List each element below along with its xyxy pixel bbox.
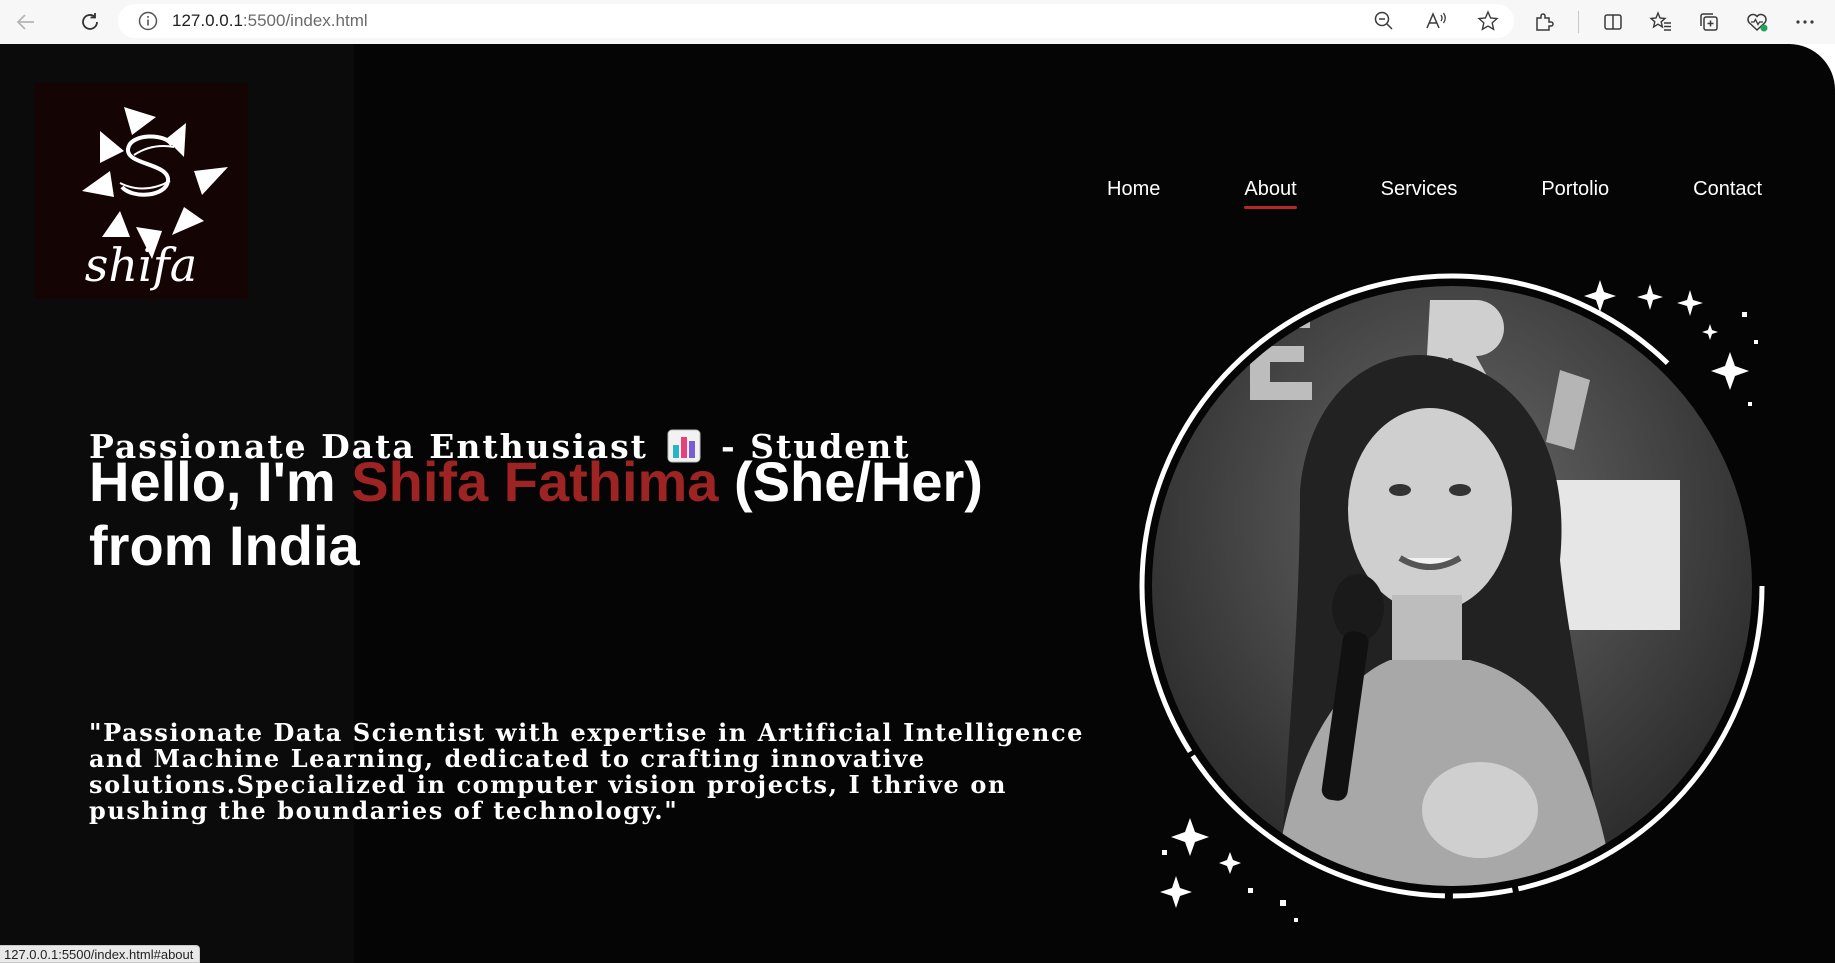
site-logo[interactable]: shifa [34, 83, 248, 299]
url-text: 127.0.0.1:5500/index.html [172, 11, 368, 31]
main-nav: Home About Services Portolio Contact [1100, 178, 1762, 209]
refresh-icon [82, 13, 98, 30]
back-icon [16, 14, 34, 30]
split-screen-icon [1604, 14, 1622, 30]
origin-text: from India [89, 514, 360, 577]
pronouns-text: (She/Her) [718, 450, 983, 513]
more-icon [1796, 20, 1814, 24]
url-host: 127.0.0.1 [172, 11, 243, 30]
browser-actions [1530, 0, 1819, 44]
nav-home[interactable]: Home [1107, 178, 1160, 209]
extensions-button[interactable] [1530, 8, 1558, 36]
favorites-button[interactable] [1647, 8, 1675, 36]
address-bar[interactable]: 127.0.0.1:5500/index.html [118, 4, 1514, 38]
nav-about[interactable]: About [1244, 178, 1297, 209]
split-screen-button[interactable] [1599, 8, 1627, 36]
favorites-icon [1649, 11, 1671, 31]
extensions-icon [1536, 13, 1554, 31]
collections-button[interactable] [1695, 8, 1723, 36]
profile-photo-frame [1130, 240, 1770, 930]
more-button[interactable] [1791, 8, 1819, 36]
zoom-out-icon [1374, 11, 1393, 30]
info-icon[interactable] [138, 11, 158, 31]
nav-portfolio[interactable]: Portolio [1541, 178, 1609, 209]
collections-icon [1700, 13, 1718, 31]
sun-logo-icon: shifa [82, 107, 228, 292]
profile-photo [1139, 273, 1765, 922]
read-aloud-icon [1426, 12, 1446, 29]
browser-essentials-button[interactable] [1743, 8, 1771, 36]
browser-essentials-icon [1747, 13, 1768, 32]
refresh-button[interactable] [70, 2, 110, 42]
nav-services[interactable]: Services [1381, 178, 1458, 209]
greeting-text: Hello, I'm [89, 450, 352, 513]
toolbar-divider [1578, 11, 1579, 33]
url-path: :5500/index.html [242, 11, 368, 30]
favorite-button[interactable] [1474, 7, 1502, 35]
hero-name: Shifa Fathima [351, 450, 719, 513]
favorite-star-icon [1477, 10, 1499, 31]
zoom-out-button[interactable] [1370, 7, 1398, 35]
browser-toolbar: 127.0.0.1:5500/index.html [0, 0, 1835, 44]
nav-contact[interactable]: Contact [1693, 178, 1762, 209]
back-button[interactable] [6, 2, 46, 42]
read-aloud-button[interactable] [1422, 7, 1450, 35]
hero-bio: "Passionate Data Scientist with expertis… [89, 718, 1085, 825]
hero-heading: Hello, I'm Shifa Fathima (She/Her) from … [89, 450, 1069, 578]
address-bar-actions [1370, 4, 1502, 38]
status-bar-url: 127.0.0.1:5500/index.html#about [0, 945, 201, 963]
logo-text: shifa [85, 238, 197, 292]
portfolio-page: shifa Home About Services Portolio Conta… [0, 44, 1835, 963]
